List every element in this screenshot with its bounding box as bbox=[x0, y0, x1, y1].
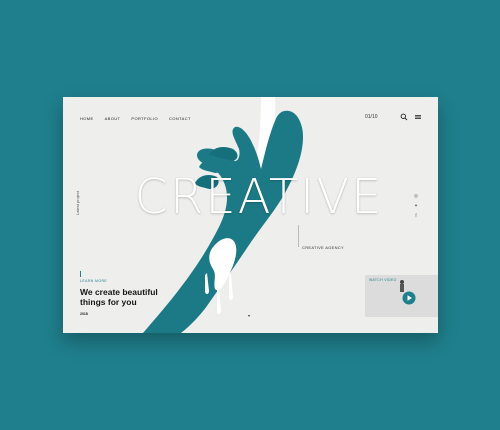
social-links: ◎ ✦ f bbox=[414, 193, 418, 218]
latest-project-label: Latest project bbox=[75, 190, 80, 215]
hamburger-menu-icon[interactable] bbox=[414, 113, 422, 121]
watch-video-label: WATCH VIDEO bbox=[369, 278, 397, 282]
nav-item-portfolio[interactable]: PORTFOLIO bbox=[131, 116, 158, 121]
scroll-down-icon[interactable]: ▾ bbox=[248, 313, 250, 318]
page-counter: 01/10 bbox=[365, 114, 378, 120]
main-nav: HOME ABOUT PORTFOLIO CONTACT bbox=[80, 116, 191, 121]
hero-headline-word: CREATIVE bbox=[134, 169, 384, 225]
nav-item-home[interactable]: HOME bbox=[80, 116, 94, 121]
search-icon[interactable] bbox=[400, 113, 408, 121]
nav-item-contact[interactable]: CONTACT bbox=[169, 116, 191, 121]
hero-tagline: We create beautiful things for you bbox=[80, 287, 158, 307]
agency-divider bbox=[298, 225, 299, 247]
video-thumbnail[interactable]: WATCH VIDEO bbox=[365, 275, 438, 317]
agency-label: CREATIVE AGENCY bbox=[302, 245, 344, 250]
learn-more-link[interactable]: LEARN MORE bbox=[80, 279, 107, 283]
hero-card: HOME ABOUT PORTFOLIO CONTACT 01/10 CREAT… bbox=[63, 97, 438, 333]
play-icon[interactable] bbox=[402, 291, 416, 305]
nav-item-about[interactable]: ABOUT bbox=[105, 116, 121, 121]
year-label: 2018 bbox=[80, 312, 88, 316]
instagram-icon[interactable]: ◎ bbox=[414, 193, 418, 199]
person-silhouette-image bbox=[400, 280, 404, 292]
twitter-icon[interactable]: ✦ bbox=[414, 203, 418, 209]
learn-more-divider bbox=[80, 271, 81, 277]
facebook-icon[interactable]: f bbox=[414, 213, 418, 218]
